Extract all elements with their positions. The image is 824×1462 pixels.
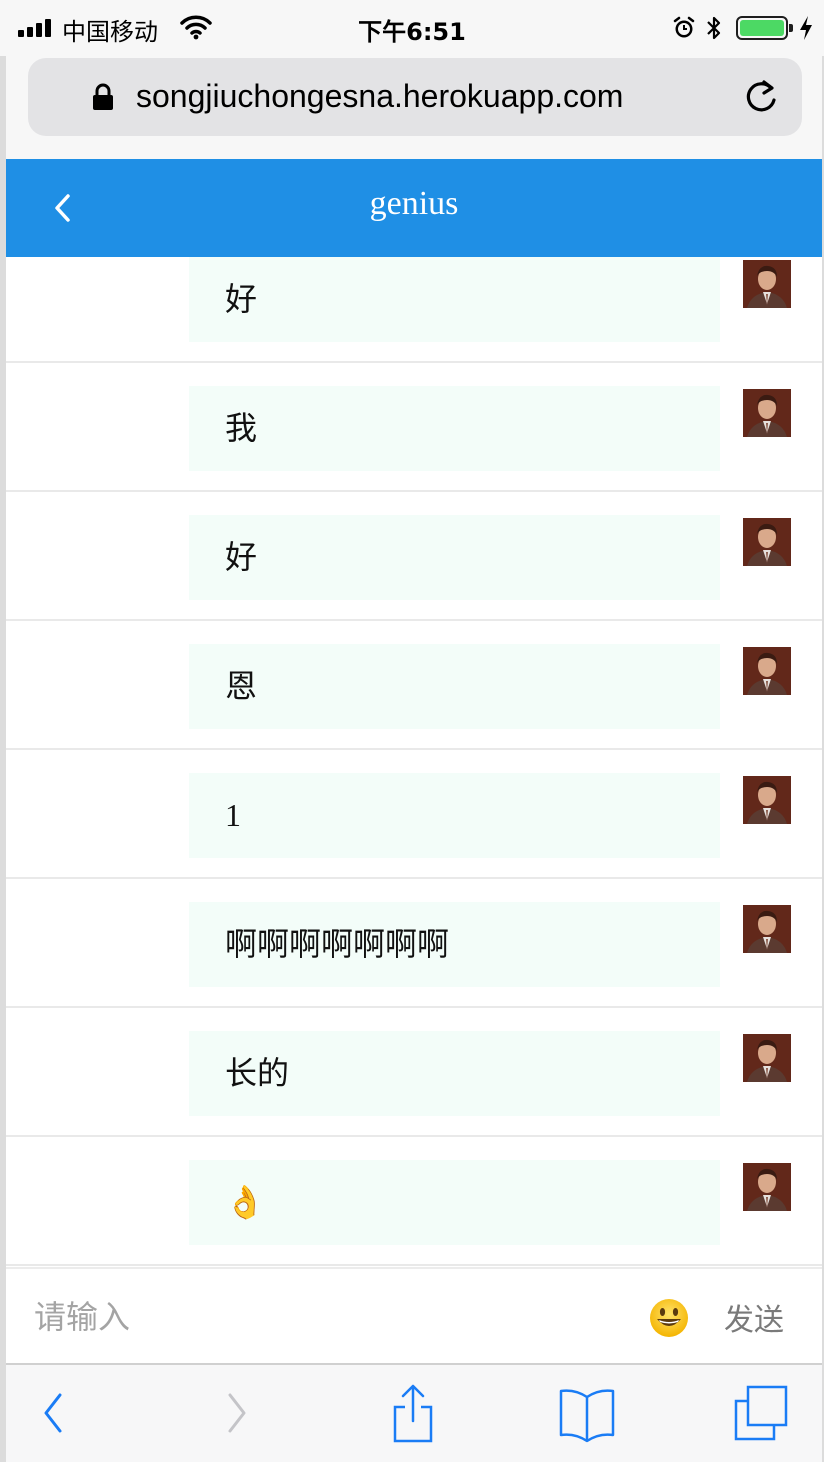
avatar[interactable] <box>743 389 791 437</box>
message-row: 1 <box>6 752 822 879</box>
message-row: 好 <box>6 494 822 621</box>
message-row: 好 <box>6 257 822 363</box>
message-bubble: 好 <box>189 515 720 600</box>
bluetooth-icon <box>707 16 721 40</box>
chat-header: genius <box>6 159 822 257</box>
message-bubble: 长的 <box>189 1031 720 1116</box>
address-bar[interactable]: songjiuchongesna.herokuapp.com <box>28 58 802 136</box>
message-bubble: 恩 <box>189 644 720 729</box>
chat-title: genius <box>369 185 459 222</box>
message-input-bar: 发送 <box>6 1267 822 1363</box>
share-icon[interactable] <box>390 1383 436 1445</box>
bookmarks-icon[interactable] <box>558 1383 616 1443</box>
message-bubble: 1 <box>189 773 720 858</box>
avatar[interactable] <box>743 518 791 566</box>
message-bubble: 好 <box>189 257 720 342</box>
battery-icon <box>736 16 793 40</box>
avatar[interactable] <box>743 776 791 824</box>
message-bubble: 啊啊啊啊啊啊啊 <box>189 902 720 987</box>
status-time: 下午6:51 <box>358 18 466 46</box>
send-button[interactable]: 发送 <box>724 1295 784 1339</box>
tabs-icon[interactable] <box>732 1383 790 1443</box>
message-list[interactable]: 好 我 好 恩 1 啊啊啊啊啊啊啊 长的 👌 <box>6 257 822 1267</box>
emoji-button[interactable] <box>648 1297 690 1343</box>
message-row: 长的 <box>6 1010 822 1137</box>
message-bubble: 我 <box>189 386 720 471</box>
back-icon[interactable] <box>38 1383 68 1443</box>
avatar[interactable] <box>743 1163 791 1211</box>
charging-icon <box>800 16 812 40</box>
status-bar: 中国移动 下午6:51 <box>0 0 824 56</box>
message-input[interactable] <box>34 1293 594 1341</box>
avatar[interactable] <box>743 260 791 308</box>
reload-icon[interactable] <box>744 78 778 116</box>
emoji-smile-icon <box>650 1299 688 1337</box>
alarm-icon <box>673 16 695 38</box>
url-text[interactable]: songjiuchongesna.herokuapp.com <box>136 78 623 115</box>
lock-icon <box>93 83 113 110</box>
message-row: 我 <box>6 365 822 492</box>
message-row: 啊啊啊啊啊啊啊 <box>6 881 822 1008</box>
message-row: 恩 <box>6 623 822 750</box>
browser-toolbar <box>6 1363 822 1462</box>
avatar[interactable] <box>743 905 791 953</box>
message-row: 👌 <box>6 1139 822 1266</box>
avatar[interactable] <box>743 1034 791 1082</box>
message-bubble: 👌 <box>189 1160 720 1245</box>
avatar[interactable] <box>743 647 791 695</box>
forward-icon[interactable] <box>222 1383 252 1443</box>
